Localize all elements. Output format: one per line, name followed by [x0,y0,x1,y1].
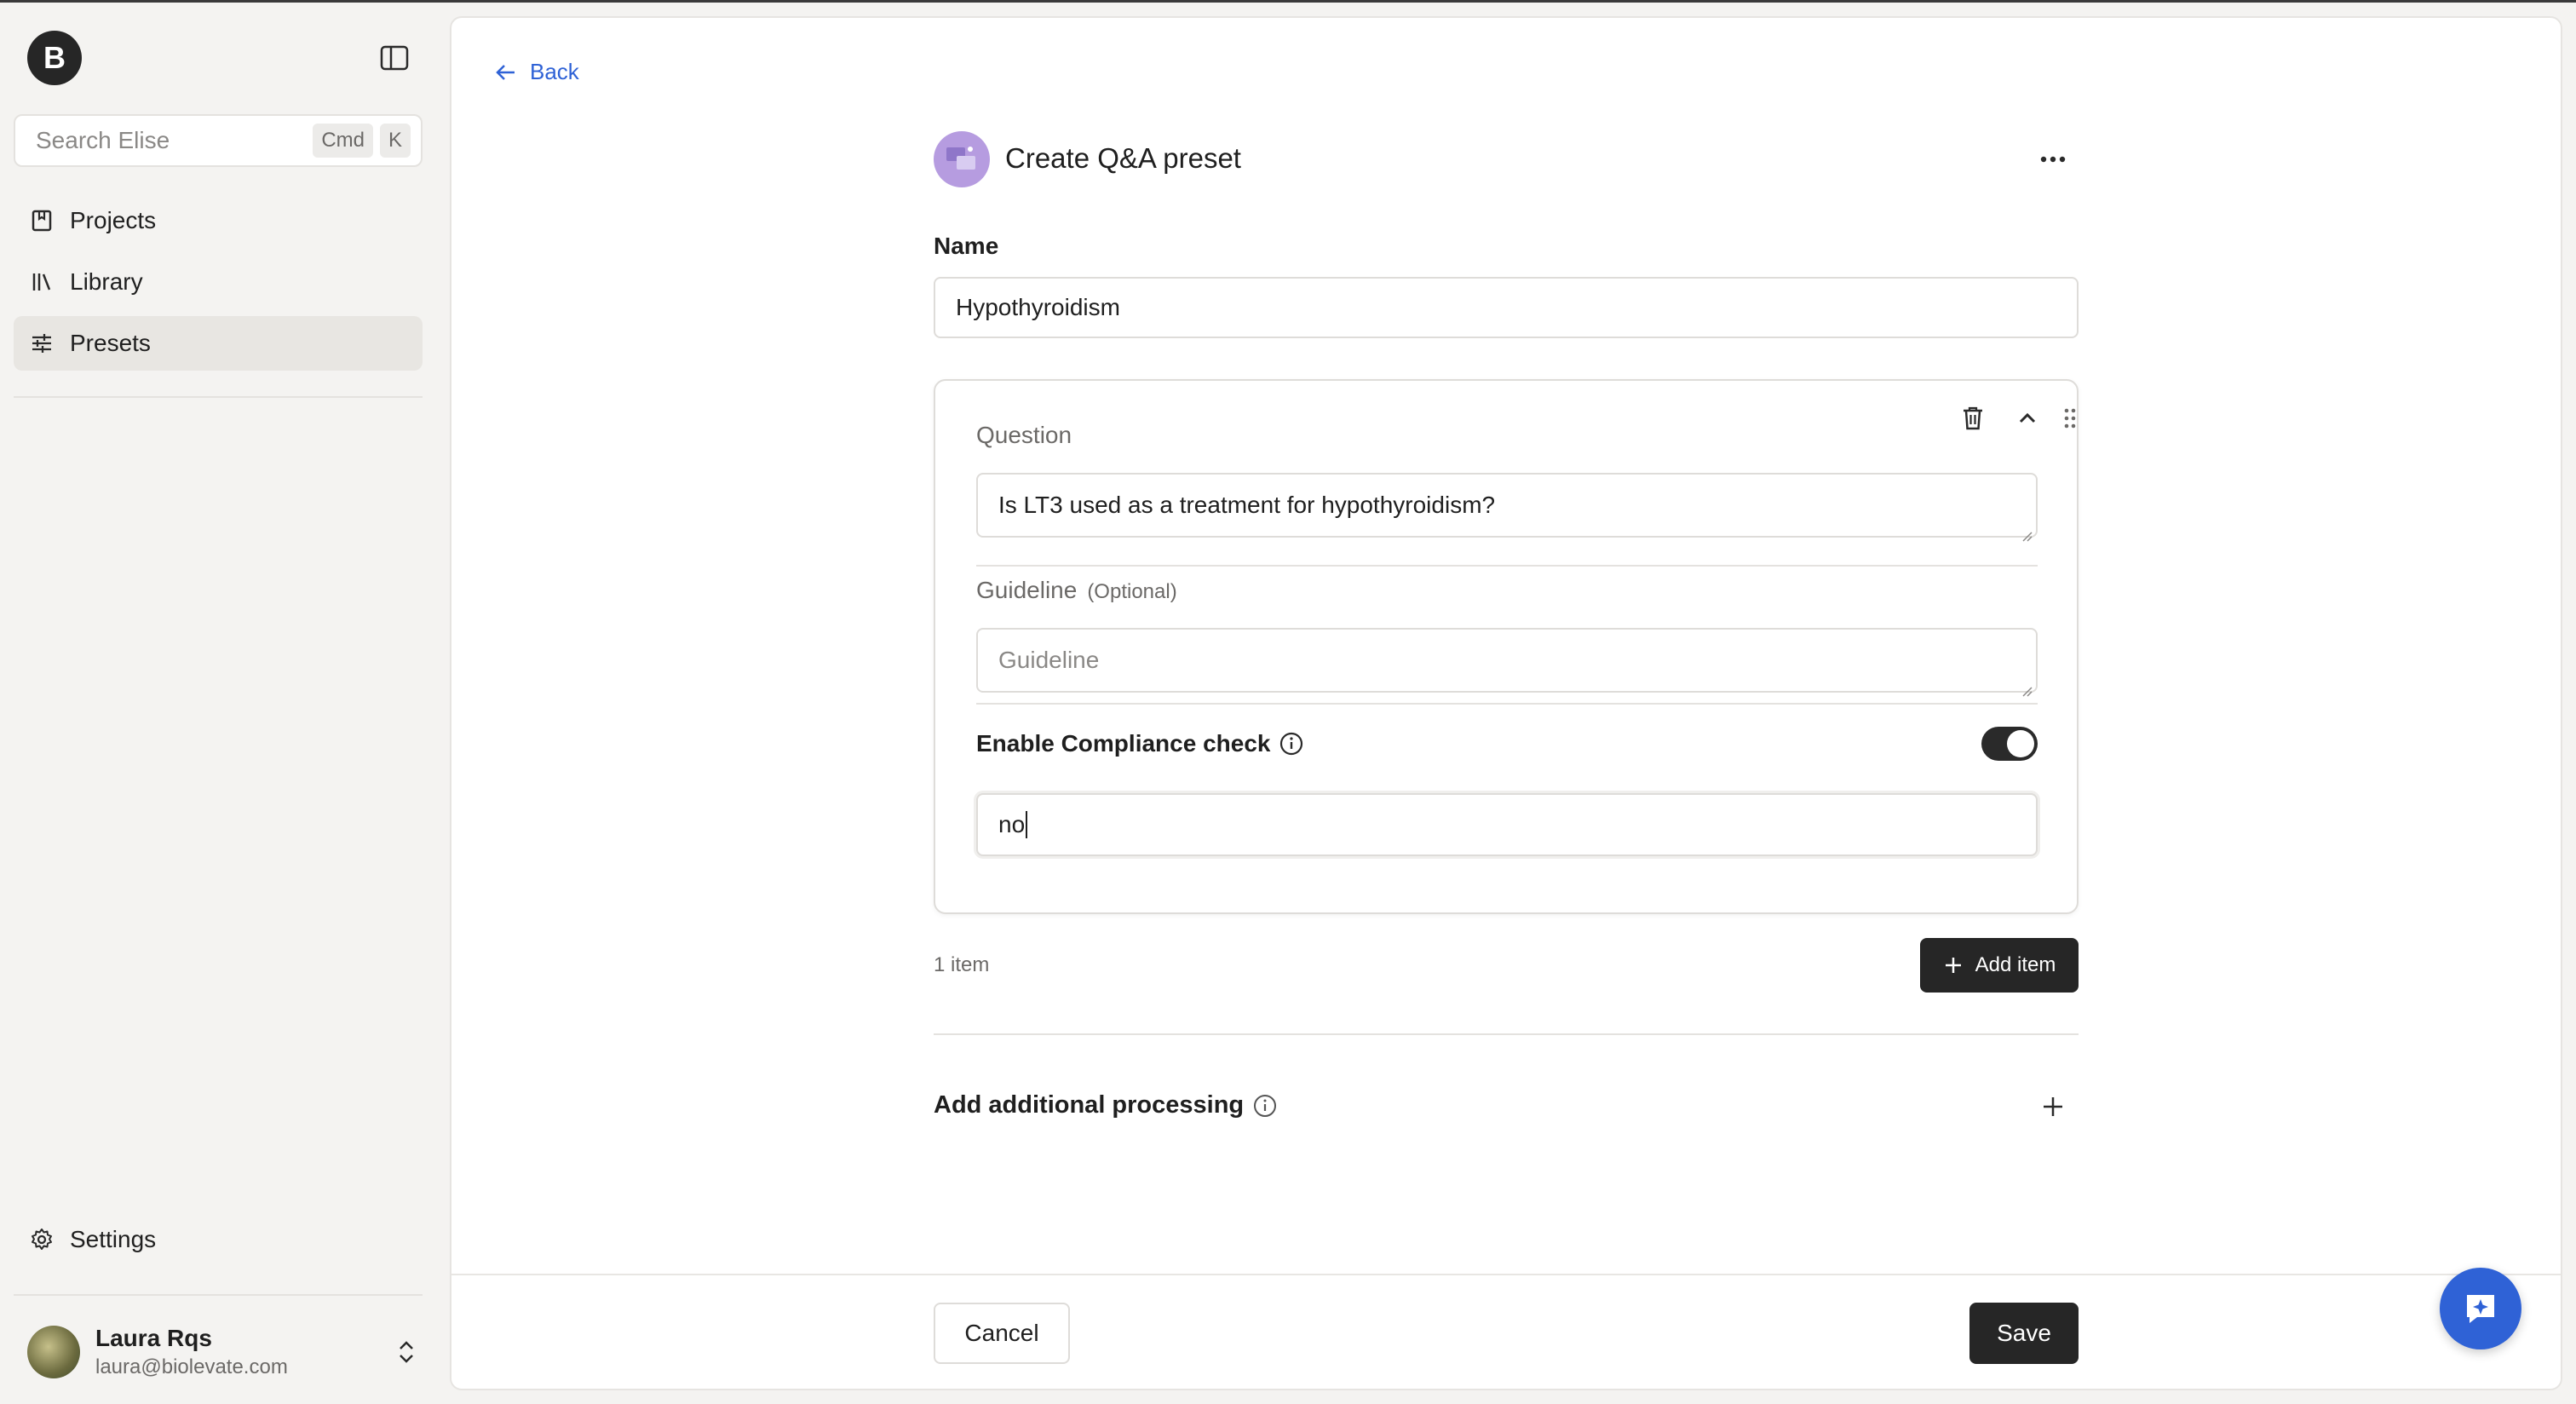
app-logo[interactable]: B [27,31,82,85]
compliance-value: no [998,811,1026,837]
name-field[interactable]: Hypothyroidism [934,277,2079,338]
add-item-label: Add item [1975,953,2056,976]
logo-letter: B [43,40,66,75]
add-processing-plus-icon[interactable] [2036,1090,2070,1124]
resize-handle-icon[interactable] [2021,676,2033,697]
info-icon[interactable] [1252,1093,1278,1119]
sidebar-item-label: Settings [70,1226,157,1252]
section-divider [934,1033,2079,1035]
chevron-up-icon[interactable] [2010,401,2044,435]
text-caret [1026,811,1028,838]
sidebar-item-settings[interactable]: Settings [14,1212,423,1267]
sidebar-divider [14,1294,423,1296]
item-count: 1 item [934,953,990,976]
book-icon [29,208,55,233]
info-icon[interactable] [1279,731,1304,757]
toggle-knob [2007,730,2034,757]
optional-tag: (Optional) [1087,580,1177,603]
avatar [27,1326,80,1378]
footer-divider [451,1274,2561,1275]
card-divider [976,565,2038,567]
sidebar-item-library[interactable]: Library [14,255,423,309]
compliance-check-label: Enable Compliance check [976,730,1304,757]
main-panel: Back Create Q&A preset Name Hypothyroidi… [450,16,2562,1390]
chat-sparkle-icon [2467,1295,2494,1323]
chevron-up-down-icon [394,1335,419,1369]
question-field[interactable]: Is LT3 used as a treatment for hypothyro… [976,473,2038,542]
preset-icon [934,131,990,187]
user-email: laura@biolevate.com [95,1355,288,1378]
guideline-placeholder: Guideline [998,647,1100,673]
guideline-field[interactable]: Guideline [976,628,2038,697]
user-name: Laura Rqs [95,1325,212,1351]
additional-processing-label: Add additional processing [934,1091,1278,1119]
guideline-label-text: Guideline [976,577,1078,603]
resize-handle-icon[interactable] [2021,521,2033,542]
name-value: Hypothyroidism [956,294,1120,320]
search-placeholder: Search Elise [36,127,170,153]
cancel-button[interactable]: Cancel [934,1303,1070,1364]
more-options-icon[interactable] [2034,146,2072,173]
compliance-answer-field[interactable]: no [976,793,2038,856]
page-title: Create Q&A preset [1005,142,1241,174]
sidebar-item-label: Library [70,268,143,295]
arrow-left-icon [494,60,518,84]
sidebar-item-projects[interactable]: Projects [14,193,423,248]
card-divider [976,703,2038,705]
save-button[interactable]: Save [1969,1303,2079,1364]
back-link[interactable]: Back [494,59,579,85]
sliders-icon [29,331,55,356]
sidebar-toggle-icon[interactable] [380,45,409,71]
back-label: Back [530,59,579,84]
add-item-button[interactable]: Add item [1920,938,2079,993]
question-value: Is LT3 used as a treatment for hypothyro… [998,492,1496,518]
user-info: Laura Rqs laura@biolevate.com [95,1325,394,1379]
processing-label-text: Add additional processing [934,1091,1245,1119]
sidebar-divider [14,396,423,398]
sidebar-item-label: Projects [70,207,157,233]
sidebar-item-presets[interactable]: Presets [14,316,423,371]
compliance-label-text: Enable Compliance check [976,730,1271,757]
sidebar-item-label: Presets [70,330,151,356]
trash-icon[interactable] [1956,401,1990,435]
guideline-label: Guideline (Optional) [976,577,1177,604]
question-label: Question [976,422,1072,448]
user-menu[interactable]: Laura Rqs laura@biolevate.com [27,1321,419,1383]
compliance-toggle[interactable] [1981,727,2038,761]
sidebar: B Search Elise Cmd K Projects Library Pr… [0,3,448,1404]
plus-icon [1943,955,1964,975]
name-label: Name [934,233,999,259]
gear-icon [29,1227,55,1252]
shortcut-cmd: Cmd [313,124,373,158]
chat-assistant-button[interactable] [2440,1268,2521,1349]
qa-item-card: Question Is LT3 used as a treatment for … [934,379,2079,914]
search-input[interactable]: Search Elise Cmd K [14,114,423,167]
drag-handle-icon[interactable] [2053,401,2087,435]
library-icon [29,269,55,295]
shortcut-key: K [379,124,411,158]
